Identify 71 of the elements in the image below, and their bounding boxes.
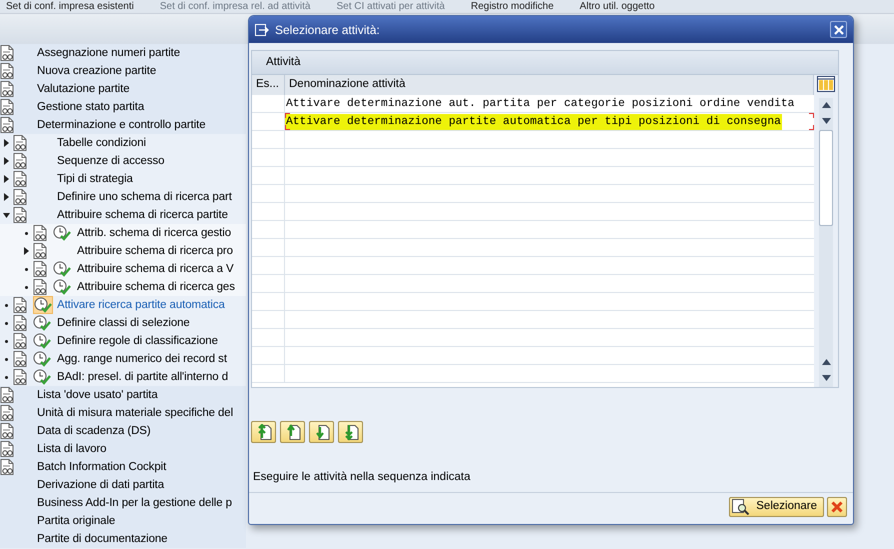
collapsed-caret-icon[interactable] xyxy=(4,193,9,201)
scroll-up-icon[interactable] xyxy=(822,102,830,108)
column-header: Es... xyxy=(252,75,285,95)
document-glasses-icon xyxy=(0,459,14,475)
bullet-icon xyxy=(25,268,28,270)
close-icon xyxy=(834,24,844,34)
clock-check-icon[interactable] xyxy=(53,279,71,295)
bullet-icon xyxy=(5,358,8,360)
scroll-down-icon[interactable] xyxy=(822,118,830,124)
scroll-down-icon[interactable] xyxy=(822,375,830,381)
toolbar-button[interactable]: Altro util. oggetto xyxy=(580,0,655,12)
move-to-top-button[interactable] xyxy=(251,421,276,443)
document-glasses-icon xyxy=(0,99,14,115)
bullet-icon xyxy=(25,232,28,234)
document-arrow-icon xyxy=(284,424,301,440)
dialog-title: Selezionare attività: xyxy=(275,22,381,38)
document-glasses-icon xyxy=(13,135,27,151)
column-settings-icon[interactable] xyxy=(817,76,835,92)
scroll-up-icon[interactable] xyxy=(822,359,830,365)
bullet-icon xyxy=(5,322,8,324)
document-glasses-icon xyxy=(13,171,27,187)
activity-row[interactable]: Attivare determinazione aut. partita per categorie posizioni ordine vendita xyxy=(285,96,796,112)
document-glasses-icon xyxy=(0,441,14,457)
collapsed-caret-icon[interactable] xyxy=(4,175,9,183)
document-glasses-icon xyxy=(13,351,27,367)
document-glasses-icon xyxy=(0,405,14,421)
toolbar-button[interactable]: Set di conf. impresa rel. ad attività xyxy=(160,0,310,12)
document-glasses-icon xyxy=(13,369,27,385)
bullet-icon xyxy=(5,376,8,378)
select-button[interactable]: Selezionare xyxy=(729,496,824,516)
activity-row[interactable]: Attivare determinazione partite automatica per tipi posizioni di consegna xyxy=(285,114,782,130)
clock-check-icon[interactable] xyxy=(33,333,51,349)
section-header: Attività xyxy=(252,51,838,75)
move-up-button[interactable] xyxy=(280,421,305,443)
clock-check-icon[interactable] xyxy=(53,225,71,241)
clock-check-icon[interactable] xyxy=(33,315,51,331)
cancel-icon xyxy=(831,500,843,512)
clock-check-icon[interactable] xyxy=(33,351,51,367)
toolbar-button[interactable]: Registro modifiche xyxy=(470,0,554,12)
document-glasses-icon xyxy=(0,423,14,439)
document-glasses-icon xyxy=(0,81,14,97)
document-arrow-icon xyxy=(342,424,359,440)
document-glasses-icon xyxy=(13,315,27,331)
clock-check-icon[interactable] xyxy=(33,369,51,385)
hint-text: Eseguire le attività nella sequenza indicata xyxy=(253,470,472,485)
bullet-icon xyxy=(25,286,28,288)
document-glasses-icon xyxy=(13,189,27,205)
move-to-bottom-button[interactable] xyxy=(338,421,363,443)
collapsed-caret-icon[interactable] xyxy=(4,157,9,165)
collapsed-caret-icon[interactable] xyxy=(24,247,29,255)
document-arrow-icon xyxy=(313,424,330,440)
bullet-icon xyxy=(5,304,8,306)
document-glasses-icon xyxy=(0,63,14,79)
bullet-icon xyxy=(5,340,8,342)
document-glasses-icon xyxy=(0,45,14,61)
document-glasses-icon xyxy=(0,117,14,133)
cancel-button[interactable] xyxy=(827,496,847,516)
clock-check-icon[interactable] xyxy=(53,261,71,277)
toolbar-button[interactable]: Set di conf. impresa esistenti xyxy=(6,0,134,12)
magnifier-document-icon xyxy=(732,498,750,514)
collapsed-caret-icon[interactable] xyxy=(4,139,9,147)
scroll-thumb[interactable] xyxy=(819,130,833,226)
close-button[interactable] xyxy=(830,21,847,38)
document-glasses-icon xyxy=(0,387,14,403)
dialog-icon xyxy=(255,24,269,36)
document-glasses-icon xyxy=(13,333,27,349)
clock-check-icon[interactable] xyxy=(33,296,53,314)
move-down-button[interactable] xyxy=(309,421,334,443)
toolbar-button[interactable]: Set CI attivati per attività xyxy=(336,0,445,12)
expanded-caret-icon[interactable] xyxy=(3,212,10,218)
document-glasses-icon xyxy=(13,153,27,169)
